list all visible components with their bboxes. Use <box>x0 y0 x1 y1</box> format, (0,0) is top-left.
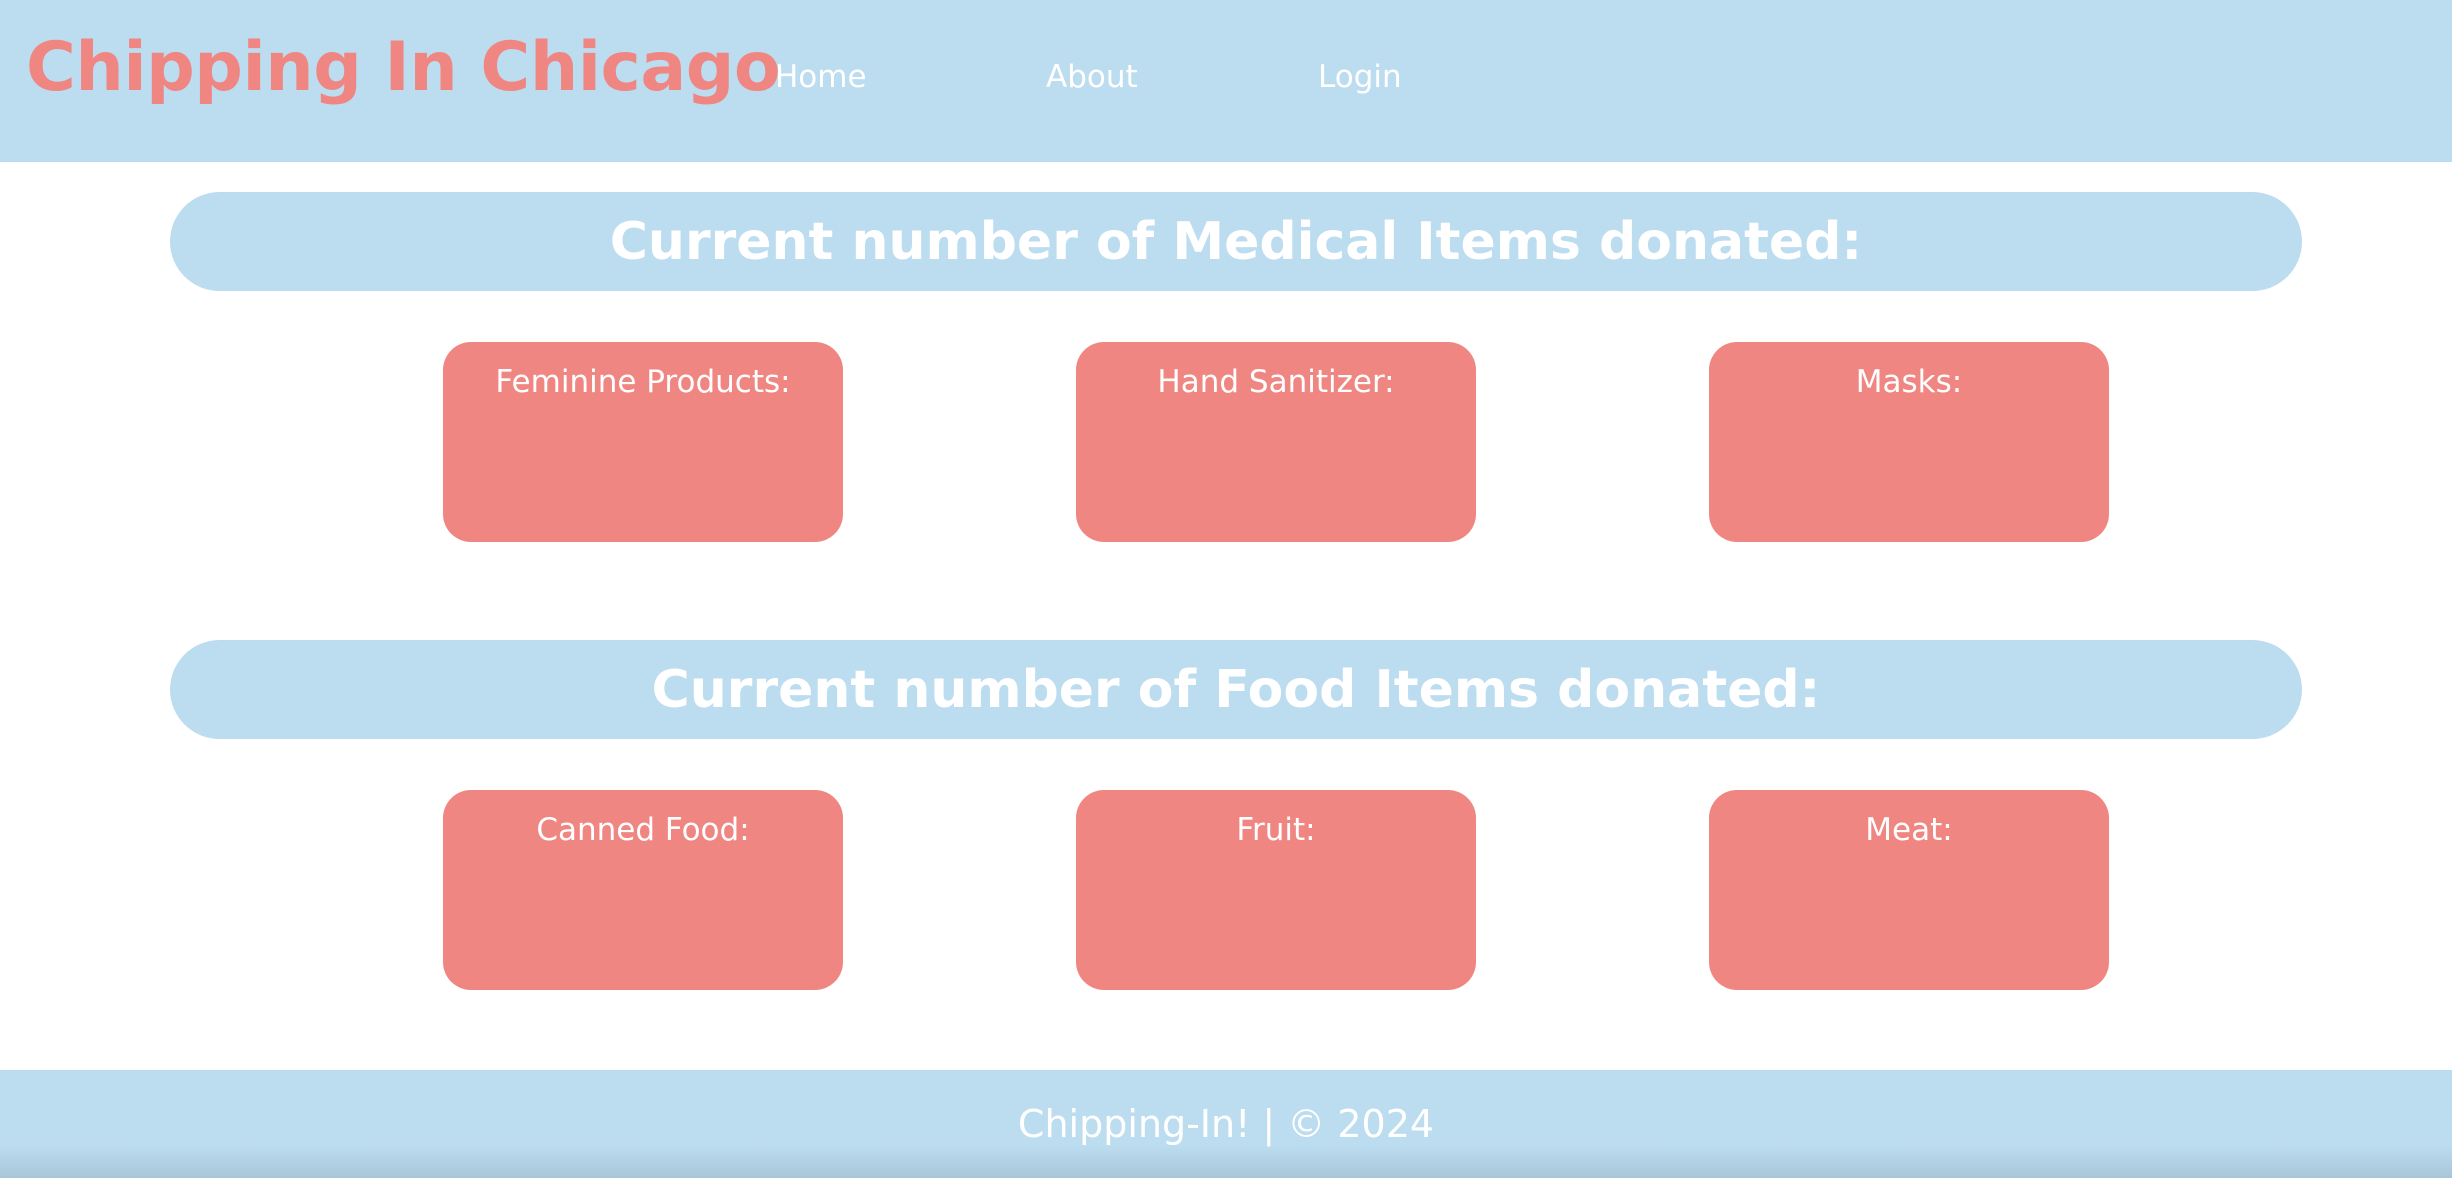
card-label: Masks: <box>1855 364 1963 400</box>
card-label: Meat: <box>1865 812 1953 848</box>
card-masks: Masks: <box>1709 342 2109 542</box>
card-label: Hand Sanitizer: <box>1157 364 1395 400</box>
footer-copyright: Chipping-In! | © 2024 <box>1017 1102 1435 1146</box>
food-items-heading: Current number of Food Items donated: <box>170 640 2302 739</box>
card-label: Feminine Products: <box>495 364 791 400</box>
nav-link-about[interactable]: About <box>1046 52 1138 102</box>
card-hand-sanitizer: Hand Sanitizer: <box>1076 342 1476 542</box>
card-fruit: Fruit: <box>1076 790 1476 990</box>
card-feminine-products: Feminine Products: <box>443 342 843 542</box>
nav-link-login[interactable]: Login <box>1318 52 1402 102</box>
card-label: Canned Food: <box>536 812 750 848</box>
nav-link-home[interactable]: Home <box>775 52 867 102</box>
card-meat: Meat: <box>1709 790 2109 990</box>
site-header: Chipping In Chicago Home About Login <box>0 0 2452 162</box>
site-brand: Chipping In Chicago <box>26 28 781 107</box>
site-footer: Chipping-In! | © 2024 <box>0 1070 2452 1178</box>
card-label: Fruit: <box>1236 812 1316 848</box>
medical-items-heading: Current number of Medical Items donated: <box>170 192 2302 291</box>
card-canned-food: Canned Food: <box>443 790 843 990</box>
